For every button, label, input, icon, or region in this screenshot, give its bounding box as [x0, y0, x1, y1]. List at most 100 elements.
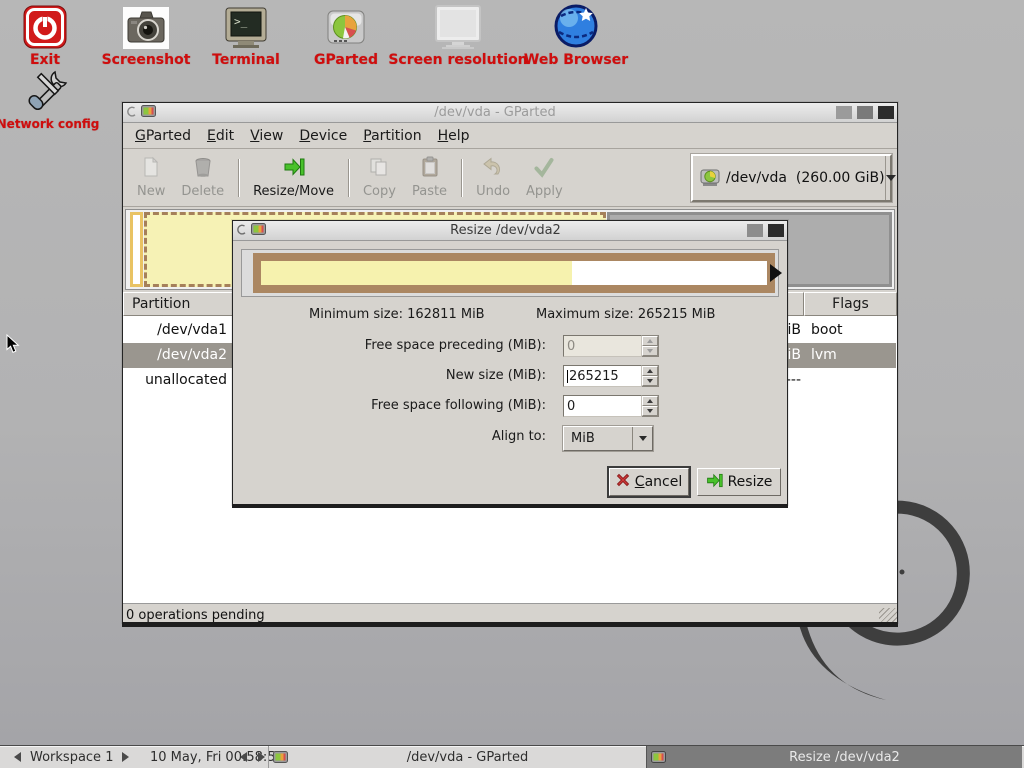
resize-dialog: Resize /dev/vda2 Minimum size: 162811 Mi… [232, 220, 788, 505]
desktop: Exit Screenshot >_ Terminal GParted Scre… [0, 0, 1024, 768]
spin-down-icon[interactable] [642, 376, 658, 386]
dialog-bottom-handle [232, 504, 788, 508]
minimum-size-label: Minimum size: 162811 MiB [309, 307, 485, 322]
taskbar-task-gparted[interactable]: /dev/vda - GParted [268, 746, 646, 768]
toolbar-separator [348, 159, 349, 197]
chevron-down-icon[interactable] [885, 156, 896, 200]
window-title: /dev/vda - GParted [159, 105, 831, 120]
dialog-title: Resize /dev/vda2 [269, 223, 742, 238]
resize-slider [241, 249, 779, 297]
desktop-icon-label: Exit [30, 52, 60, 68]
undo-button[interactable]: Undo [468, 153, 518, 202]
iconify-button[interactable] [836, 106, 852, 119]
copy-button[interactable]: Copy [355, 153, 404, 202]
device-selector-value: /dev/vda (260.00 GiB) [726, 170, 885, 186]
menu-gparted[interactable]: GParted [127, 126, 199, 146]
desktop-icon-gparted[interactable]: GParted [306, 3, 386, 68]
main-window-titlebar[interactable]: /dev/vda - GParted [123, 103, 897, 123]
partition-block-vda1[interactable] [130, 212, 143, 287]
workspace-next-icon[interactable] [122, 746, 129, 768]
desktop-icon-terminal[interactable]: >_ Terminal [202, 3, 290, 68]
mouse-cursor [6, 334, 20, 354]
window-prev-icon[interactable] [240, 746, 247, 768]
spin-down-icon [642, 346, 658, 356]
toolbar-separator [461, 159, 462, 197]
debian-icon [126, 103, 138, 122]
desktop-icon-web-browser[interactable]: Web Browser [530, 3, 622, 68]
maximize-button[interactable] [747, 224, 763, 237]
new-size-input[interactable]: 265215 [563, 365, 642, 387]
debian-icon [236, 221, 248, 240]
menu-view[interactable]: View [242, 126, 291, 146]
resize-bar-used [261, 261, 572, 285]
window-next-icon[interactable] [258, 746, 265, 768]
field-row: Free space following (MiB): 0 [233, 395, 787, 417]
menu-edit[interactable]: Edit [199, 126, 242, 146]
menu-partition[interactable]: Partition [355, 126, 429, 146]
svg-text:>_: >_ [234, 15, 248, 28]
free-space-following-label: Free space following (MiB): [233, 395, 546, 417]
gparted-mini-icon [651, 751, 666, 764]
trash-icon [192, 156, 214, 182]
resize-slider-track [253, 253, 775, 293]
workspace-name[interactable]: Workspace 1 [30, 746, 113, 768]
monitor-icon [432, 3, 484, 49]
text-caret [567, 370, 568, 383]
maximum-size-label: Maximum size: 265215 MiB [536, 307, 715, 322]
spin-up-icon[interactable] [642, 366, 658, 376]
menu-device[interactable]: Device [291, 126, 355, 146]
camera-icon [123, 3, 169, 49]
window-bottom-handle[interactable] [122, 622, 898, 627]
gparted-mini-icon [141, 103, 156, 122]
taskbar-task-resize-dialog[interactable]: Resize /dev/vda2 [646, 746, 1022, 768]
paste-button[interactable]: Paste [404, 153, 455, 202]
align-to-dropdown[interactable]: MiB [563, 426, 653, 451]
gparted-disk-icon [324, 3, 368, 49]
desktop-icon-label: Terminal [212, 52, 280, 68]
spin-down-icon[interactable] [642, 406, 658, 416]
spin-up-icon[interactable] [642, 396, 658, 406]
desktop-icon-label: GParted [314, 52, 378, 68]
desktop-icon-screenshot[interactable]: Screenshot [94, 3, 198, 68]
resize-move-button[interactable]: Resize/Move [245, 153, 342, 202]
terminal-icon: >_ [224, 3, 268, 49]
desktop-icon-network-config[interactable]: Network config [2, 68, 94, 131]
gparted-mini-icon [273, 751, 288, 764]
menubar: GParted Edit View Device Partition Help [123, 123, 897, 149]
close-button[interactable] [768, 224, 784, 237]
desktop-icon-screen-resolution[interactable]: Screen resolution [388, 3, 528, 68]
desktop-icon-exit[interactable]: Exit [12, 3, 78, 68]
globe-icon [553, 3, 599, 49]
field-row: Free space preceding (MiB): 0 [233, 335, 787, 357]
free-space-following-input[interactable]: 0 [563, 395, 642, 417]
delete-button[interactable]: Delete [173, 153, 232, 202]
resize-confirm-button[interactable]: Resize [697, 468, 781, 496]
desktop-icon-label: Screen resolution [388, 52, 527, 68]
cancel-x-icon [616, 473, 630, 491]
spin-up-icon [642, 336, 658, 346]
close-button[interactable] [878, 106, 894, 119]
apply-button[interactable]: Apply [518, 153, 571, 202]
desktop-icon-label: Screenshot [102, 52, 191, 68]
dialog-titlebar[interactable]: Resize /dev/vda2 [233, 221, 787, 241]
maximize-button[interactable] [857, 106, 873, 119]
resize-handle-right-icon[interactable] [770, 264, 782, 282]
operations-pending-text: 0 operations pending [126, 608, 265, 623]
device-selector[interactable]: /dev/vda (260.00 GiB) [691, 154, 892, 202]
field-row: Align to: MiB [233, 426, 787, 448]
free-space-following-spinner[interactable]: 0 [563, 395, 659, 417]
apply-check-icon [533, 156, 555, 182]
copy-icon [368, 156, 390, 182]
new-button[interactable]: New [129, 153, 173, 202]
chevron-down-icon [632, 427, 652, 450]
column-header-flags[interactable]: Flags [804, 292, 897, 316]
gparted-mini-icon [251, 221, 266, 240]
paste-icon [419, 156, 441, 182]
harddisk-icon [700, 169, 720, 187]
cancel-button[interactable]: Cancel [609, 468, 689, 496]
menu-help[interactable]: Help [430, 126, 478, 146]
new-size-spinner[interactable]: 265215 [563, 365, 659, 387]
power-icon [23, 3, 67, 49]
free-space-preceding-label: Free space preceding (MiB): [233, 335, 546, 357]
workspace-prev-icon[interactable] [14, 746, 21, 768]
